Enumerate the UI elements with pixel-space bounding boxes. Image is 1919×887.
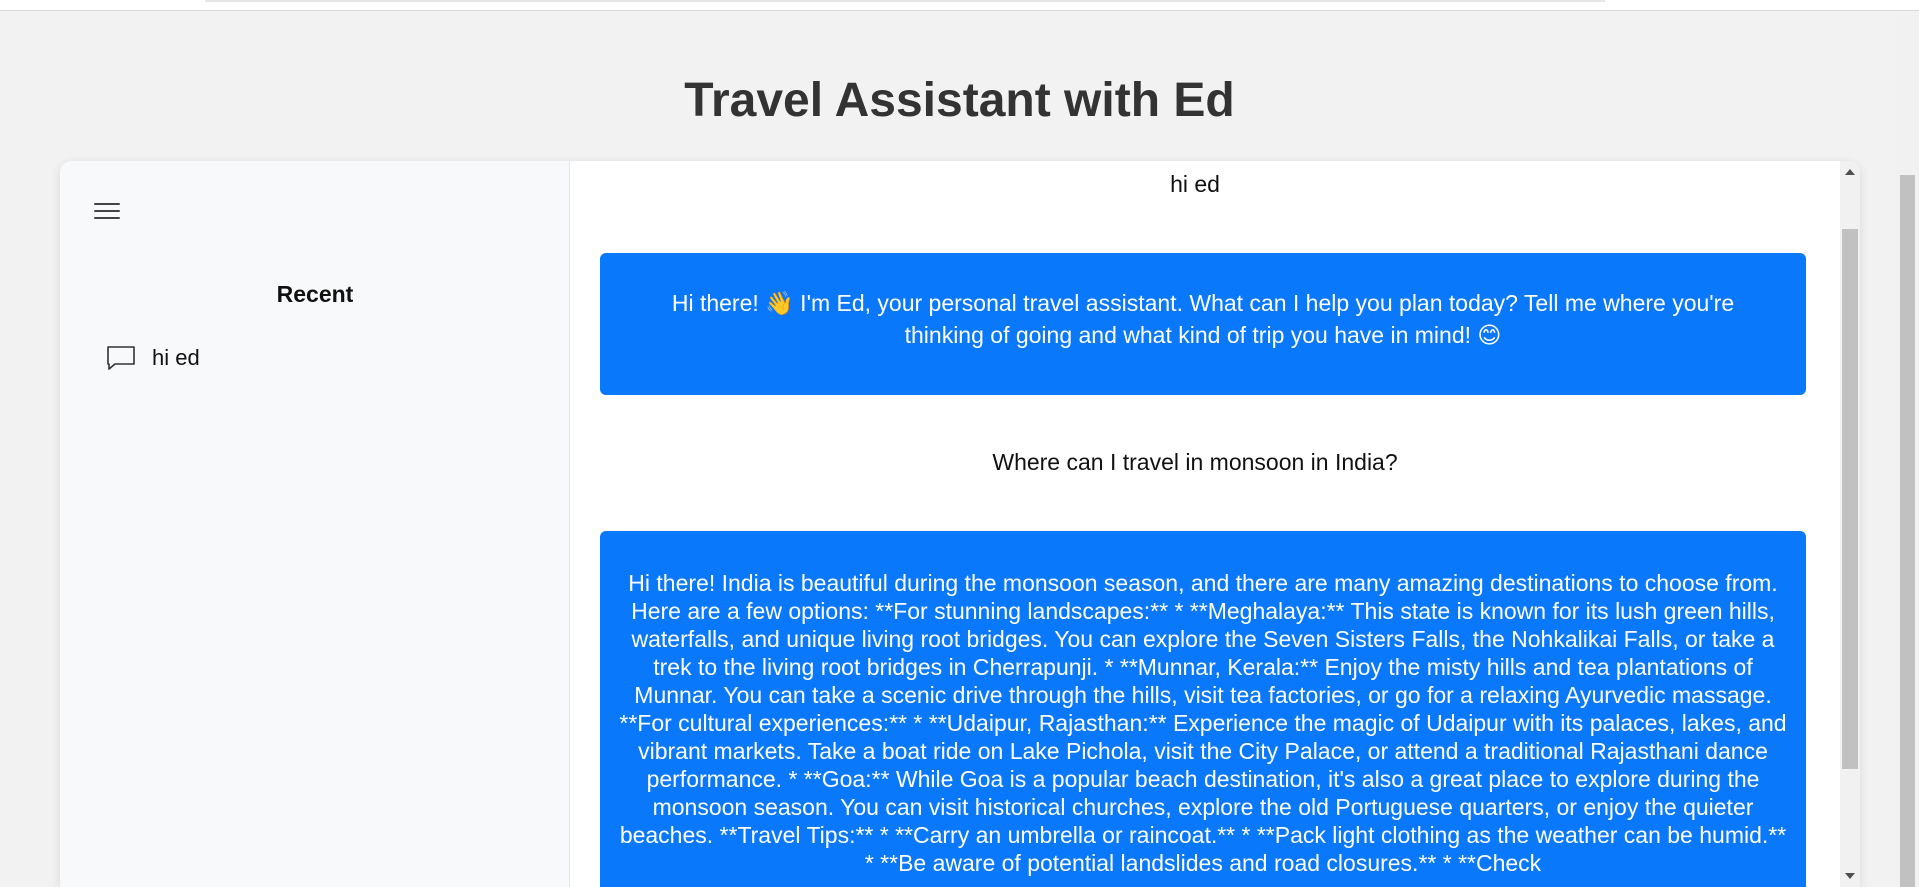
top-divider xyxy=(205,0,1605,2)
page-scroll-thumb[interactable] xyxy=(1900,175,1915,887)
assistant-message: Hi there! India is beautiful during the … xyxy=(600,531,1806,887)
assistant-message: Hi there! 👋 I'm Ed, your personal travel… xyxy=(600,253,1806,395)
recent-chat-item[interactable]: hi ed xyxy=(106,341,200,375)
chat-scroll-thumb[interactable] xyxy=(1842,229,1858,769)
recent-chat-label: hi ed xyxy=(152,345,200,370)
chat-area: hi ed Hi there! 👋 I'm Ed, your personal … xyxy=(570,161,1860,887)
page-scrollbar[interactable] xyxy=(1896,11,1919,887)
user-message: hi ed xyxy=(1170,171,1220,197)
recent-heading: Recent xyxy=(276,281,354,307)
chat-scrollbar[interactable] xyxy=(1840,161,1860,887)
browser-top-edge xyxy=(0,0,1919,11)
page-title: Travel Assistant with Ed xyxy=(684,74,1235,127)
scroll-down-arrow-icon[interactable] xyxy=(1840,867,1860,885)
scroll-up-arrow-icon[interactable] xyxy=(1840,163,1860,181)
chat-app-container: Recent hi ed hi ed Hi there! 👋 I'm Ed, y… xyxy=(60,161,1860,887)
hamburger-menu-icon[interactable] xyxy=(92,199,122,223)
chat-bubble-icon xyxy=(106,344,138,372)
user-message: Where can I travel in monsoon in India? xyxy=(992,449,1398,475)
message-list: hi ed Hi there! 👋 I'm Ed, your personal … xyxy=(570,161,1840,887)
sidebar: Recent hi ed xyxy=(60,161,570,887)
